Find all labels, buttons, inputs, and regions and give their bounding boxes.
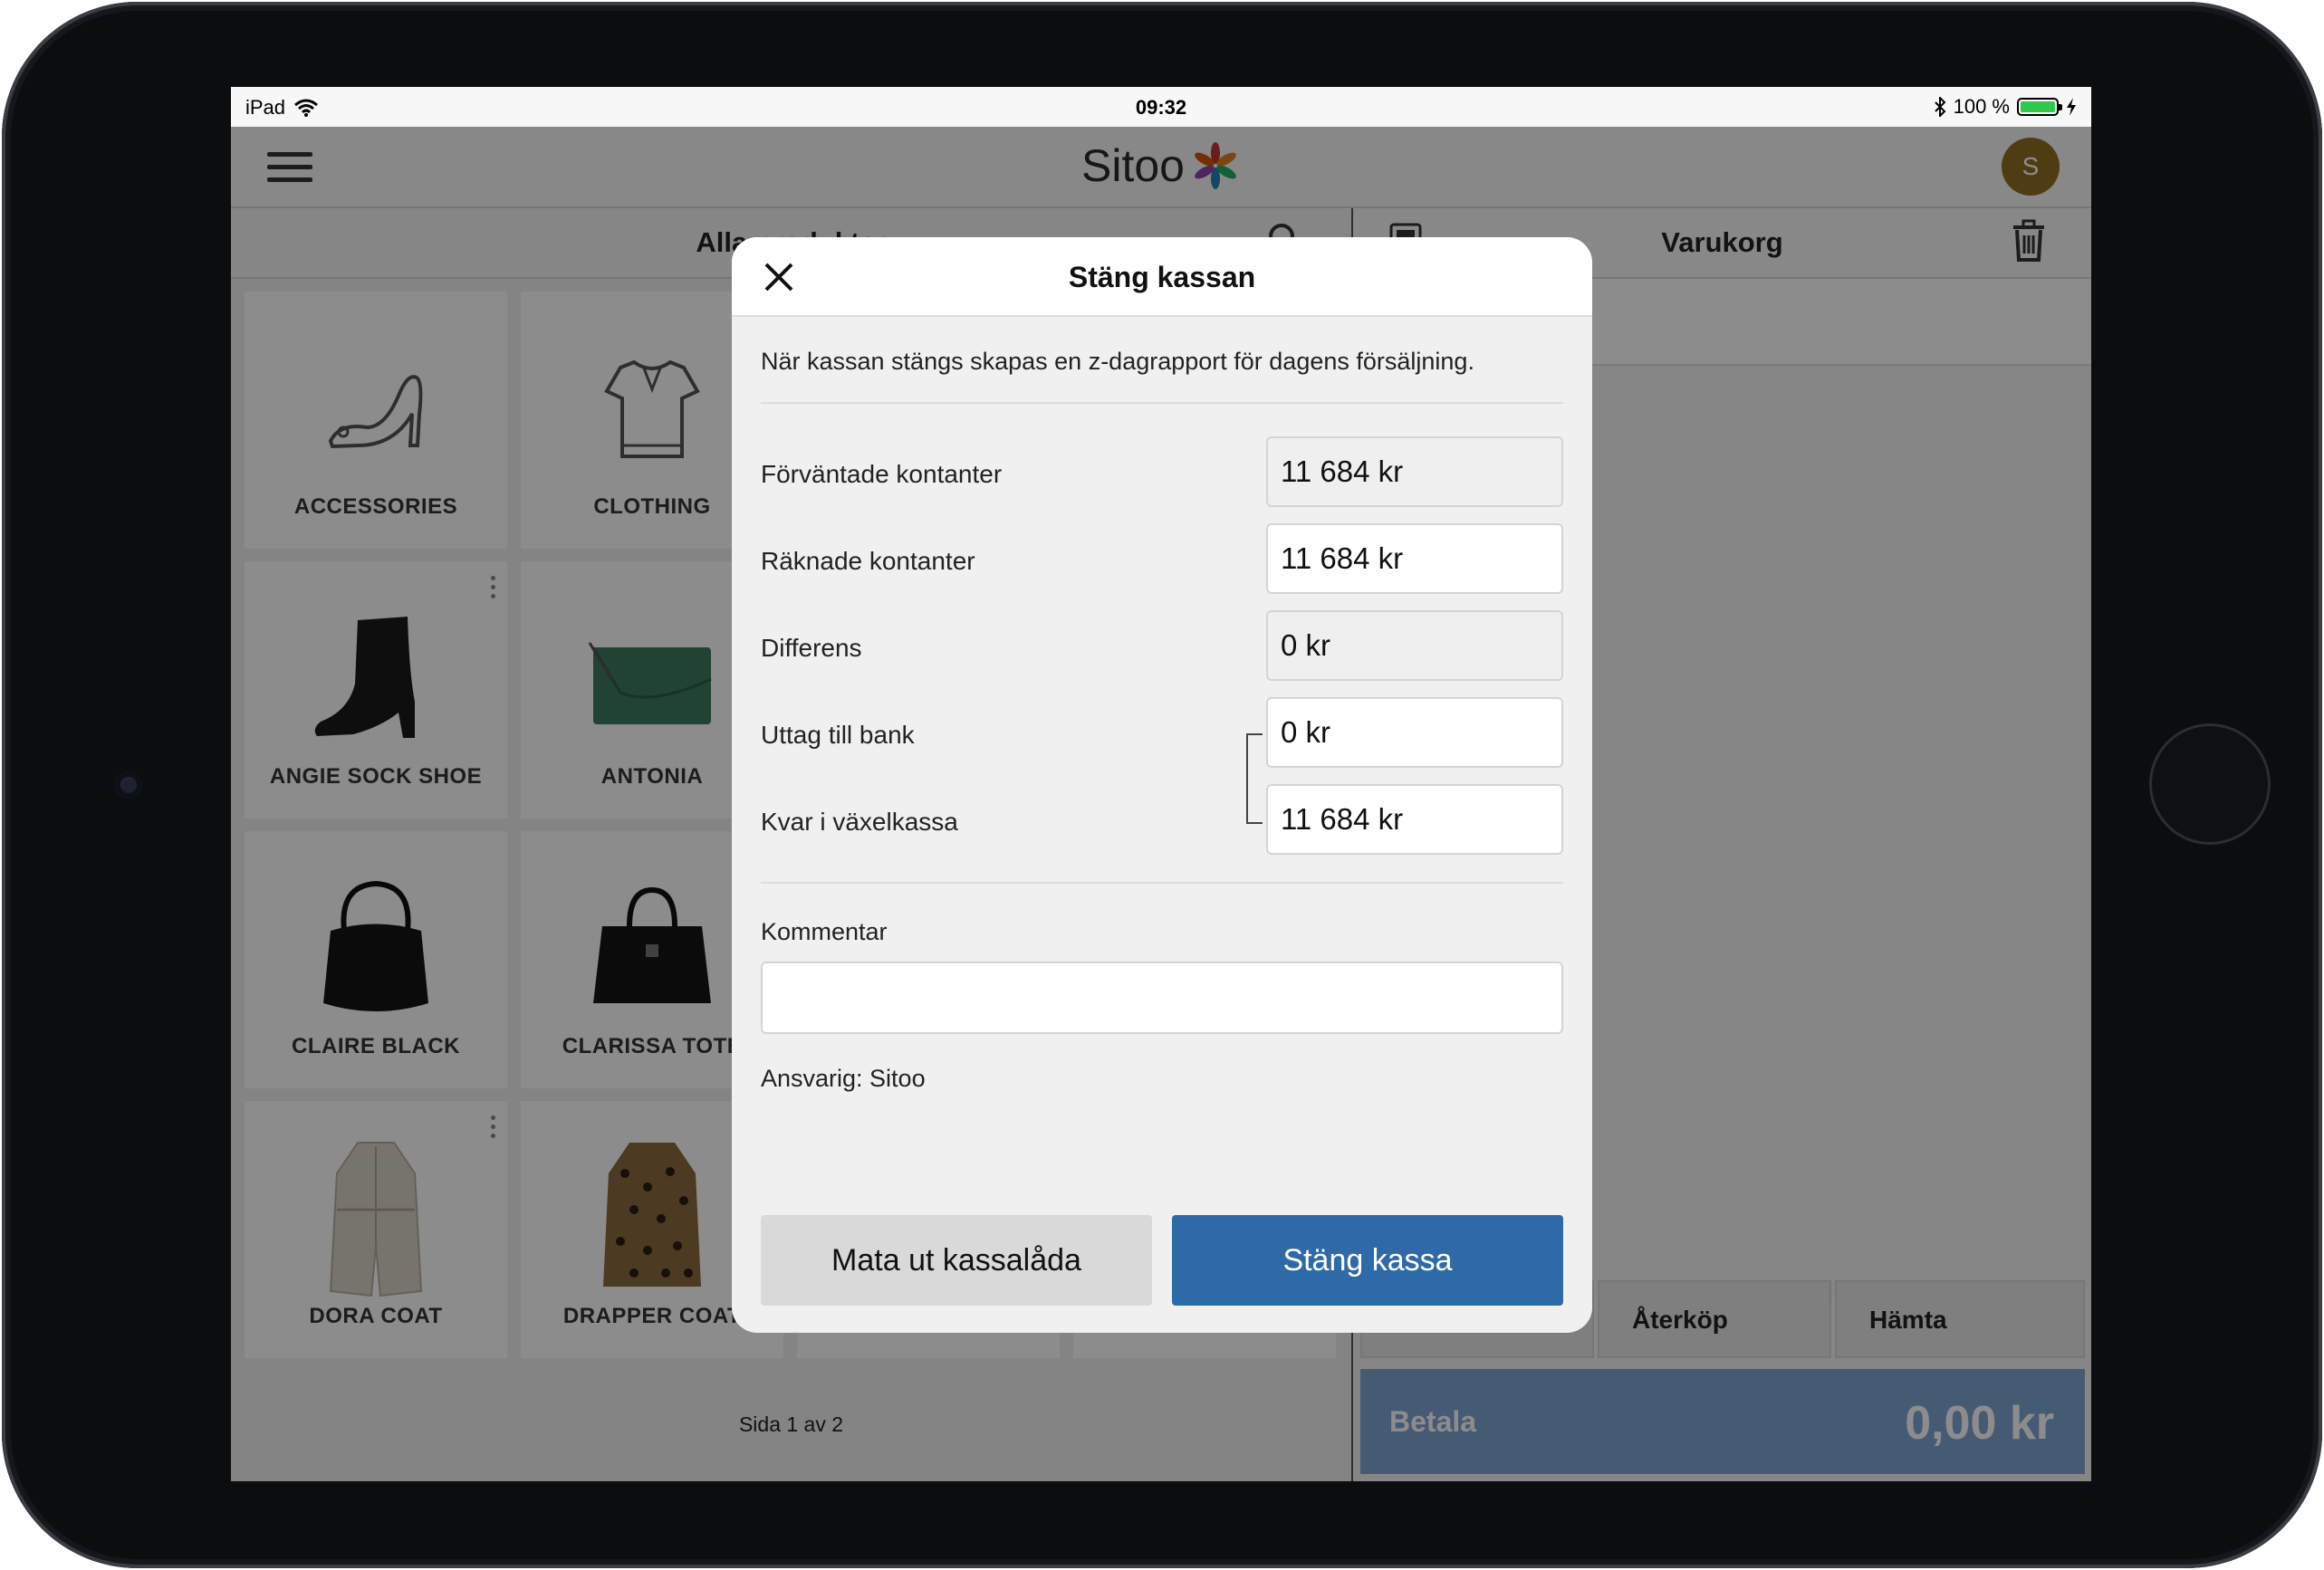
expected-cash-label: Förväntade kontanter xyxy=(761,460,1003,488)
charging-icon xyxy=(2067,98,2076,116)
comment-label: Kommentar xyxy=(761,918,888,945)
dialog-title: Stäng kassan xyxy=(1068,261,1256,293)
camera-icon xyxy=(115,771,142,799)
bank-withdrawal-value: 0 kr xyxy=(1281,715,1331,749)
remaining-float-label: Kvar i växelkassa xyxy=(761,808,958,836)
responsible-text: Ansvarig: Sitoo xyxy=(761,1065,926,1092)
close-register-button[interactable]: Stäng kassa xyxy=(1172,1215,1563,1306)
difference-label: Differens xyxy=(761,634,862,662)
status-left: iPad xyxy=(245,96,319,120)
dialog-header: Stäng kassan xyxy=(732,237,1592,317)
counted-cash-field[interactable]: 11 684 kr xyxy=(1266,523,1563,594)
remaining-float-value: 11 684 kr xyxy=(1281,802,1404,836)
device-label: iPad xyxy=(245,96,286,119)
dialog-intro-text: När kassan stängs skapas en z-dagrapport… xyxy=(761,348,1474,375)
link-bracket xyxy=(1246,733,1263,824)
divider xyxy=(761,882,1563,884)
expected-cash-field: 11 684 kr xyxy=(1266,436,1563,507)
divider xyxy=(761,402,1563,404)
battery-percent: 100 % xyxy=(1953,95,2010,118)
remaining-float-field[interactable]: 11 684 kr xyxy=(1266,784,1563,855)
status-right: 100 % xyxy=(1934,95,2077,119)
close-register-dialog: Stäng kassan När kassan stängs skapas en… xyxy=(732,237,1592,1333)
expected-cash-value: 11 684 kr xyxy=(1281,455,1404,488)
bluetooth-icon xyxy=(1934,97,1946,117)
comment-input[interactable] xyxy=(761,962,1563,1034)
home-button[interactable] xyxy=(2152,726,2268,842)
counted-cash-label: Räknade kontanter xyxy=(761,547,975,575)
difference-value: 0 kr xyxy=(1281,628,1331,662)
bank-withdrawal-label: Uttag till bank xyxy=(761,721,915,749)
bank-withdrawal-field[interactable]: 0 kr xyxy=(1266,697,1563,768)
battery-icon xyxy=(2017,98,2062,116)
counted-cash-value: 11 684 kr xyxy=(1281,541,1404,575)
status-time: 09:32 xyxy=(1135,96,1187,119)
difference-field: 0 kr xyxy=(1266,610,1563,681)
eject-drawer-button[interactable]: Mata ut kassalåda xyxy=(761,1215,1152,1306)
screen: 09:32 iPad 100 % Sitoo S Alla ACCESSORIE… xyxy=(231,87,2091,1481)
status-bar: 09:32 iPad 100 % xyxy=(231,87,2091,127)
wifi-icon xyxy=(294,99,319,117)
